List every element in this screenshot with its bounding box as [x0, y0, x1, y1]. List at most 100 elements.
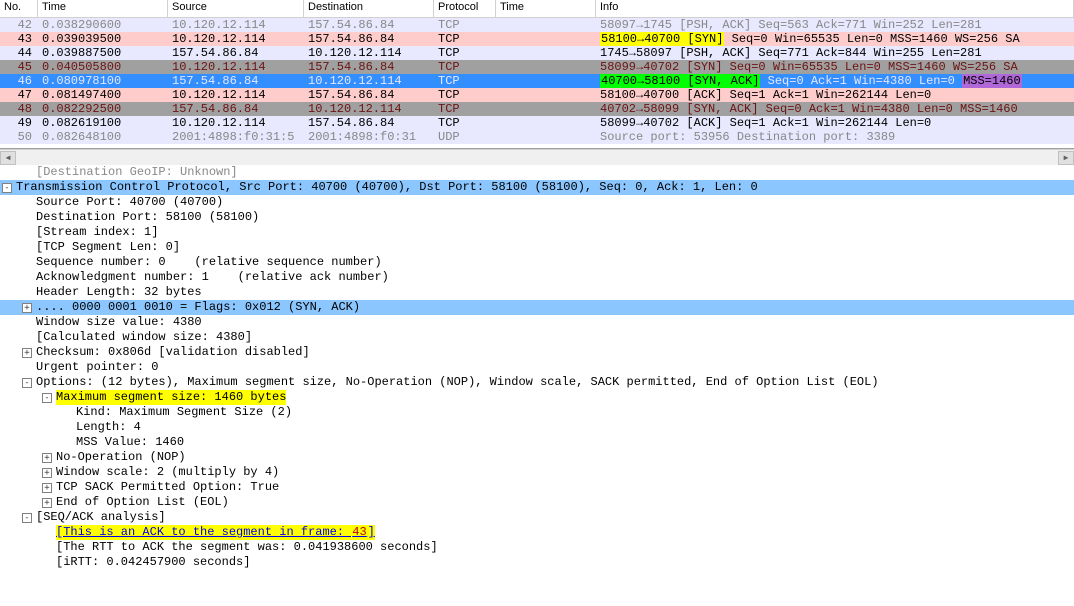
detail-line-tcp[interactable]: - Transmission Control Protocol, Src Por…	[0, 180, 1074, 195]
cell-no: 49	[0, 116, 38, 130]
detail-line-kind[interactable]: Kind: Maximum Segment Size (2)	[0, 405, 1074, 420]
cell-time2	[496, 46, 596, 60]
packet-row[interactable]: 440.039887500157.54.86.8410.120.12.114TC…	[0, 46, 1074, 60]
column-header-destination[interactable]: Destination	[304, 0, 434, 17]
detail-line-seglen[interactable]: [TCP Segment Len: 0]	[0, 240, 1074, 255]
expand-icon[interactable]: +	[42, 453, 52, 463]
collapse-icon[interactable]: -	[22, 513, 32, 523]
detail-line-options[interactable]: - Options: (12 bytes), Maximum segment s…	[0, 375, 1074, 390]
scroll-left-button[interactable]: ◀	[0, 151, 16, 165]
detail-line-mssval[interactable]: MSS Value: 1460	[0, 435, 1074, 450]
cell-time: 0.082619100	[38, 116, 168, 130]
cell-source: 10.120.12.114	[168, 32, 304, 46]
cell-source: 10.120.12.114	[168, 18, 304, 32]
cell-source: 10.120.12.114	[168, 60, 304, 74]
packet-row[interactable]: 430.03903950010.120.12.114157.54.86.84TC…	[0, 32, 1074, 46]
detail-line-wscale[interactable]: + Window scale: 2 (multiply by 4)	[0, 465, 1074, 480]
column-header-time2[interactable]: Time	[496, 0, 596, 17]
column-header-no[interactable]: No.	[0, 0, 38, 17]
cell-no: 48	[0, 102, 38, 116]
cell-info: Source port: 53956 Destination port: 338…	[596, 130, 1074, 144]
detail-line-hdrlen[interactable]: Header Length: 32 bytes	[0, 285, 1074, 300]
cell-time: 0.082648100	[38, 130, 168, 144]
cell-source: 157.54.86.84	[168, 46, 304, 60]
detail-line-checksum[interactable]: + Checksum: 0x806d [validation disabled]	[0, 345, 1074, 360]
cell-destination: 157.54.86.84	[304, 60, 434, 74]
detail-line-srcport[interactable]: Source Port: 40700 (40700)	[0, 195, 1074, 210]
cell-source: 2001:4898:f0:31:5	[168, 130, 304, 144]
cell-protocol: TCP	[434, 46, 496, 60]
packet-row[interactable]: 480.082292500157.54.86.8410.120.12.114TC…	[0, 102, 1074, 116]
detail-line-flags[interactable]: + .... 0000 0001 0010 = Flags: 0x012 (SY…	[0, 300, 1074, 315]
detail-line-sack[interactable]: + TCP SACK Permitted Option: True	[0, 480, 1074, 495]
detail-line-eol[interactable]: + End of Option List (EOL)	[0, 495, 1074, 510]
expand-icon[interactable]: +	[42, 498, 52, 508]
detail-line-geoip[interactable]: [Destination GeoIP: Unknown]	[0, 165, 1074, 180]
detail-line-winsize[interactable]: Window size value: 4380	[0, 315, 1074, 330]
cell-destination: 157.54.86.84	[304, 18, 434, 32]
packet-row[interactable]: 450.04050580010.120.12.114157.54.86.84TC…	[0, 60, 1074, 74]
cell-info: 58100→40700 [SYN] Seq=0 Win=65535 Len=0 …	[596, 32, 1074, 46]
detail-line-ack[interactable]: Acknowledgment number: 1 (relative ack n…	[0, 270, 1074, 285]
detail-line-len[interactable]: Length: 4	[0, 420, 1074, 435]
detail-line-urgent[interactable]: Urgent pointer: 0	[0, 360, 1074, 375]
cell-time2	[496, 74, 596, 88]
packet-list-panel: No. Time Source Destination Protocol Tim…	[0, 0, 1074, 149]
cell-protocol: TCP	[434, 18, 496, 32]
cell-source: 10.120.12.114	[168, 116, 304, 130]
expand-icon[interactable]: +	[22, 348, 32, 358]
detail-line-nop[interactable]: + No-Operation (NOP)	[0, 450, 1074, 465]
cell-info: 40702→58099 [SYN, ACK] Seq=0 Ack=1 Win=4…	[596, 102, 1074, 116]
cell-no: 45	[0, 60, 38, 74]
column-header-time[interactable]: Time	[38, 0, 168, 17]
cell-destination: 10.120.12.114	[304, 74, 434, 88]
detail-line-mss[interactable]: - Maximum segment size: 1460 bytes	[0, 390, 1074, 405]
detail-line-calcwin[interactable]: [Calculated window size: 4380]	[0, 330, 1074, 345]
detail-line-seqack[interactable]: - [SEQ/ACK analysis]	[0, 510, 1074, 525]
column-header-source[interactable]: Source	[168, 0, 304, 17]
packet-row[interactable]: 490.08261910010.120.12.114157.54.86.84TC…	[0, 116, 1074, 130]
column-header-protocol[interactable]: Protocol	[434, 0, 496, 17]
cell-info: 58099→40702 [SYN] Seq=0 Win=65535 Len=0 …	[596, 60, 1074, 74]
detail-line-stream[interactable]: [Stream index: 1]	[0, 225, 1074, 240]
detail-line-rtt[interactable]: [The RTT to ACK the segment was: 0.04193…	[0, 540, 1074, 555]
cell-time: 0.039887500	[38, 46, 168, 60]
cell-info: 40700→58100 [SYN, ACK] Seq=0 Ack=1 Win=4…	[596, 74, 1074, 88]
detail-line-ackframe[interactable]: [This is an ACK to the segment in frame:…	[0, 525, 1074, 540]
detail-line-irtt[interactable]: [iRTT: 0.042457900 seconds]	[0, 555, 1074, 570]
collapse-icon[interactable]: -	[2, 183, 12, 193]
cell-destination: 157.54.86.84	[304, 116, 434, 130]
cell-info: 1745→58097 [PSH, ACK] Seq=771 Ack=844 Wi…	[596, 46, 1074, 60]
cell-protocol: TCP	[434, 32, 496, 46]
packet-row[interactable]: 500.0826481002001:4898:f0:31:52001:4898:…	[0, 130, 1074, 144]
packet-details-panel: [Destination GeoIP: Unknown] - Transmiss…	[0, 165, 1074, 605]
cell-protocol: TCP	[434, 60, 496, 74]
column-header-info[interactable]: Info	[596, 0, 1074, 17]
detail-line-seq[interactable]: Sequence number: 0 (relative sequence nu…	[0, 255, 1074, 270]
cell-time2	[496, 116, 596, 130]
expand-icon[interactable]: +	[42, 483, 52, 493]
packet-row[interactable]: 470.08149740010.120.12.114157.54.86.84TC…	[0, 88, 1074, 102]
cell-time2	[496, 88, 596, 102]
cell-time: 0.082292500	[38, 102, 168, 116]
cell-time: 0.040505800	[38, 60, 168, 74]
cell-time2	[496, 60, 596, 74]
expand-icon[interactable]: +	[42, 468, 52, 478]
expand-icon[interactable]: +	[22, 303, 32, 313]
cell-protocol: UDP	[434, 130, 496, 144]
cell-no: 50	[0, 130, 38, 144]
horizontal-scrollbar[interactable]: ◀ ▶	[0, 149, 1074, 165]
cell-info: 58097→1745 [PSH, ACK] Seq=563 Ack=771 Wi…	[596, 18, 1074, 32]
scroll-right-button[interactable]: ▶	[1058, 151, 1074, 165]
collapse-icon[interactable]: -	[42, 393, 52, 403]
cell-no: 46	[0, 74, 38, 88]
cell-protocol: TCP	[434, 116, 496, 130]
packet-row[interactable]: 460.080978100157.54.86.8410.120.12.114TC…	[0, 74, 1074, 88]
packet-row[interactable]: 420.03829060010.120.12.114157.54.86.84TC…	[0, 18, 1074, 32]
cell-no: 44	[0, 46, 38, 60]
cell-info: 58100→40700 [ACK] Seq=1 Ack=1 Win=262144…	[596, 88, 1074, 102]
detail-line-dstport[interactable]: Destination Port: 58100 (58100)	[0, 210, 1074, 225]
cell-source: 157.54.86.84	[168, 74, 304, 88]
cell-source: 157.54.86.84	[168, 102, 304, 116]
collapse-icon[interactable]: -	[22, 378, 32, 388]
